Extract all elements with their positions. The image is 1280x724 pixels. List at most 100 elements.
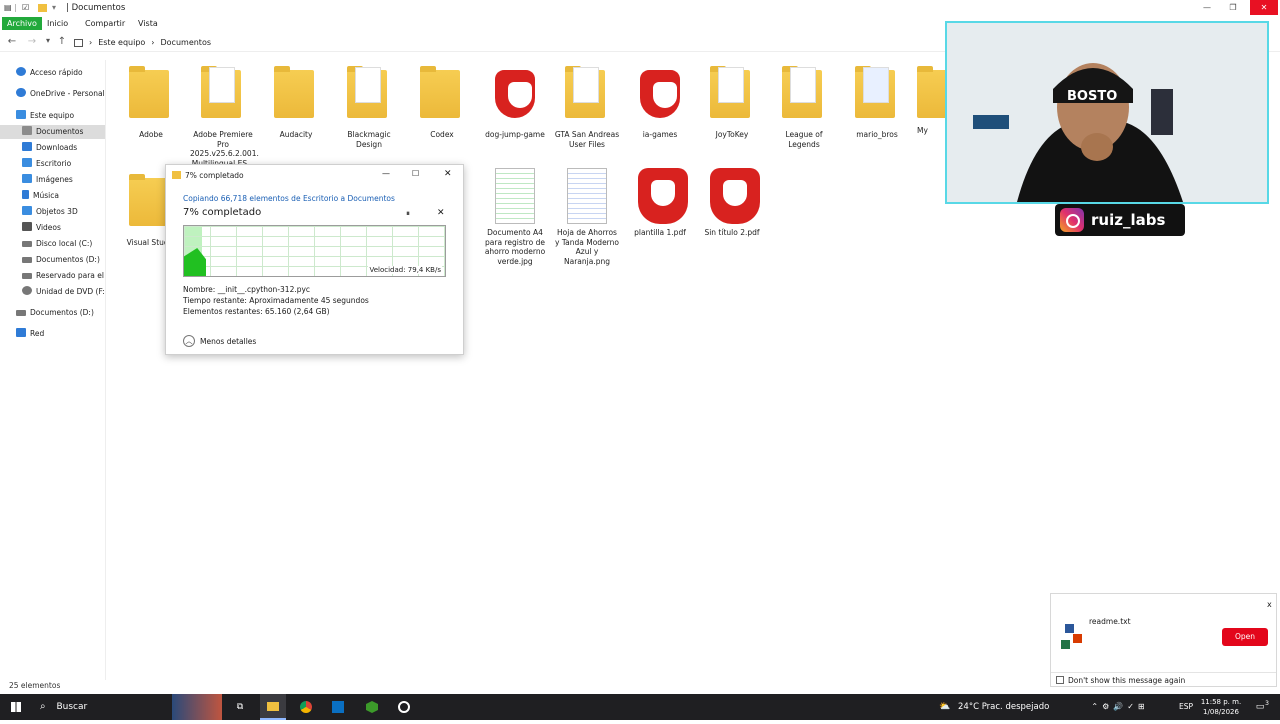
- start-button[interactable]: [0, 694, 32, 720]
- file-item[interactable]: Blackmagic Design: [336, 64, 402, 149]
- new-folder-icon[interactable]: [38, 4, 47, 12]
- file-item[interactable]: ia-games: [627, 64, 693, 140]
- file-item[interactable]: mario_bros: [844, 64, 910, 140]
- open-button[interactable]: Open: [1222, 628, 1268, 646]
- notification-filename: readme.txt: [1089, 617, 1131, 626]
- pictures-icon: [22, 174, 32, 183]
- crumb-este-equipo[interactable]: Este equipo: [98, 38, 145, 47]
- file-item[interactable]: Documento A4 para registro de ahorro mod…: [482, 168, 548, 266]
- system-tray-icons[interactable]: ⌃⚙🔊✓⊞: [1063, 694, 1177, 720]
- file-item[interactable]: Hoja de Ahorros y Tanda Moderno Azul y N…: [554, 168, 620, 266]
- tab-archivo[interactable]: Archivo: [2, 17, 42, 30]
- notification-close-button[interactable]: x: [1267, 600, 1272, 609]
- file-item[interactable]: dog-jump-game: [482, 64, 548, 140]
- sidebar-item-label: Documentos (D:): [36, 255, 100, 264]
- sidebar-item-documentos-d[interactable]: Documentos (D:): [0, 253, 105, 267]
- dont-show-row[interactable]: Don't show this message again: [1051, 672, 1276, 687]
- file-item[interactable]: Sin título 2.pdf: [699, 168, 765, 238]
- recent-dropdown-icon[interactable]: ▾: [42, 36, 54, 45]
- sidebar-item-label: Downloads: [36, 143, 78, 152]
- sidebar-item-red[interactable]: Red: [0, 327, 105, 341]
- notification-count: 3: [1265, 700, 1269, 707]
- folder-icon: [782, 66, 822, 118]
- minimize-button[interactable]: —: [1196, 0, 1218, 15]
- sidebar-item-onedrive[interactable]: OneDrive - Personal: [0, 87, 105, 101]
- sidebar-item-dvd[interactable]: Unidad de DVD (F:): [0, 285, 105, 299]
- sidebar-item-label: Reservado para el si: [36, 271, 105, 280]
- sidebar-item-objetos-3d[interactable]: Objetos 3D: [0, 205, 105, 219]
- sidebar-item-downloads[interactable]: Downloads: [0, 141, 105, 155]
- sidebar-item-escritorio[interactable]: Escritorio: [0, 157, 105, 171]
- maximize-button[interactable]: ❐: [1222, 0, 1244, 15]
- window-title: Documentos: [71, 3, 126, 13]
- folder-icon: [201, 66, 241, 118]
- dialog-maximize-button[interactable]: ☐: [412, 169, 419, 178]
- back-arrow-icon[interactable]: ←: [6, 36, 18, 47]
- sidebar-item-videos[interactable]: Videos: [0, 221, 105, 235]
- file-item[interactable]: Audacity: [263, 64, 329, 140]
- sidebar-item-disco-c[interactable]: Disco local (C:): [0, 237, 105, 251]
- dialog-minimize-button[interactable]: —: [382, 169, 390, 178]
- sidebar-item-acceso-rapido[interactable]: Acceso rápido: [0, 66, 105, 80]
- vscode-taskbar-icon[interactable]: [328, 694, 348, 720]
- folder-icon: [172, 171, 181, 179]
- dont-show-checkbox[interactable]: [1056, 676, 1064, 684]
- tab-inicio[interactable]: Inicio: [42, 17, 73, 30]
- close-button[interactable]: ✕: [1250, 0, 1278, 15]
- search-icon: ⌕: [40, 701, 46, 712]
- crumb-documentos[interactable]: Documentos: [161, 38, 212, 47]
- nodejs-taskbar-icon[interactable]: [362, 694, 382, 720]
- task-view-icon[interactable]: ⧉: [230, 694, 250, 720]
- file-item[interactable]: League of Legends: [771, 64, 837, 149]
- clock[interactable]: 11:58 p. m. 1/08/2026: [1198, 694, 1244, 720]
- brave-pdf-icon: [710, 168, 760, 224]
- file-explorer-taskbar-icon[interactable]: [260, 694, 286, 720]
- file-name: My: [917, 126, 928, 135]
- clock-time: 11:58 p. m.: [1200, 698, 1242, 706]
- instagram-handle-badge: ruiz_labs: [1055, 204, 1185, 236]
- file-item[interactable]: Codex: [409, 64, 475, 140]
- sidebar-item-musica[interactable]: Música: [0, 189, 105, 203]
- sidebar-item-reservado[interactable]: Reservado para el si: [0, 269, 105, 283]
- spreadsheet-image-icon: [567, 168, 607, 224]
- tab-vista[interactable]: Vista: [133, 17, 163, 30]
- file-item[interactable]: plantilla 1.pdf: [627, 168, 693, 238]
- sidebar-item-documentos-d-2[interactable]: Documentos (D:): [0, 306, 105, 320]
- quick-access-dropdown-icon[interactable]: ▾: [52, 3, 56, 12]
- dvd-icon: [22, 286, 32, 295]
- notification-center-icon[interactable]: ▭ 3: [1250, 694, 1270, 720]
- sidebar-item-este-equipo[interactable]: Este equipo: [0, 109, 105, 123]
- explorer-titlebar: ▤ | ☑ ▾ | Documentos — ❐ ✕: [0, 0, 1280, 16]
- tab-compartir[interactable]: Compartir: [80, 17, 130, 30]
- sidebar-item-documentos[interactable]: Documentos: [0, 125, 105, 139]
- dialog-close-button[interactable]: ✕: [444, 169, 452, 179]
- up-arrow-icon[interactable]: ↑: [56, 36, 68, 47]
- file-item[interactable]: My: [917, 64, 947, 136]
- file-item[interactable]: Adobe Premiere Pro 2025.v25.6.2.001. Mul…: [190, 64, 259, 168]
- breadcrumb[interactable]: › Este equipo › Documentos: [74, 36, 211, 49]
- file-item[interactable]: JoyToKey: [699, 64, 765, 140]
- cancel-copy-button[interactable]: ✕: [437, 208, 445, 218]
- file-name: Sin título 2.pdf: [704, 228, 760, 237]
- folder-icon: [420, 66, 460, 118]
- forward-arrow-icon[interactable]: →: [26, 36, 38, 47]
- sidebar-item-label: Disco local (C:): [36, 239, 93, 248]
- file-item[interactable]: Adobe: [118, 64, 184, 140]
- sidebar-item-imagenes[interactable]: Imágenes: [0, 173, 105, 187]
- weather-text[interactable]: 24°C Prac. despejado: [958, 694, 1054, 720]
- search-box[interactable]: ⌕ Buscar: [32, 694, 172, 720]
- file-item[interactable]: GTA San Andreas User Files: [554, 64, 620, 149]
- items-remaining: Elementos restantes: 65.160 (2,64 GB): [183, 307, 330, 316]
- taskbar: ⌕ Buscar ⧉ ⛅ 24°C Prac. despejado ⌃⚙🔊✓⊞ …: [0, 694, 1280, 720]
- less-details-button[interactable]: ︿ Menos detalles: [183, 335, 256, 347]
- computer-icon: [16, 110, 26, 119]
- chrome-taskbar-icon[interactable]: [296, 694, 316, 720]
- obs-taskbar-icon[interactable]: [394, 694, 414, 720]
- explorer-app-icon[interactable]: ▤: [4, 3, 12, 12]
- properties-icon[interactable]: ☑: [22, 3, 29, 12]
- file-name: Hoja de Ahorros y Tanda Moderno Azul y N…: [555, 228, 619, 266]
- language-indicator[interactable]: ESP: [1177, 694, 1195, 720]
- folder-icon: [710, 66, 750, 118]
- desktop-icon: [22, 158, 32, 167]
- pause-button[interactable]: ⏸: [406, 209, 410, 219]
